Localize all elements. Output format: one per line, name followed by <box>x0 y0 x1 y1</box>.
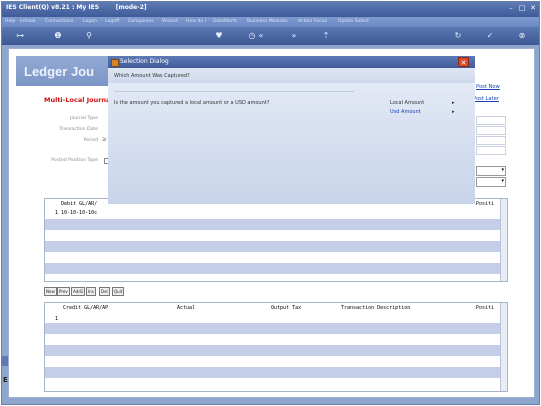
usd-amount-option[interactable]: Usd Amount ▸ <box>388 107 460 116</box>
table-row[interactable] <box>45 323 507 334</box>
credit-scrollbar[interactable] <box>500 303 507 391</box>
menu-business-modules[interactable]: Business Modules <box>247 19 288 24</box>
menu-action-focus[interactable]: Action Focus <box>298 19 327 24</box>
side-marker: E <box>3 376 8 384</box>
debit-account-cell[interactable]: 10-10-10-10c <box>61 210 97 216</box>
key-icon[interactable]: ⊶ <box>10 30 30 42</box>
table-row[interactable] <box>45 219 507 230</box>
local-amount-label: Local Amount <box>390 100 425 106</box>
maximize-button[interactable]: □ <box>518 4 526 12</box>
debit-grid: Debit GL/AR/ Positi 1 10-10-10-10c <box>44 198 508 282</box>
arrow-right-icon: ▸ <box>452 109 455 115</box>
menu-logoff[interactable]: Logoff <box>105 19 119 24</box>
actual-col-header: Actual <box>177 305 196 311</box>
table-row[interactable] <box>45 356 507 367</box>
dropdown-2[interactable]: ▾ <box>476 177 506 187</box>
post-later-link[interactable]: Post Later <box>473 96 499 102</box>
table-row[interactable] <box>45 230 507 241</box>
period-value: 3/ <box>102 138 107 143</box>
add-button[interactable]: Add1 <box>71 287 86 296</box>
heart-icon[interactable]: ♥ <box>213 30 225 42</box>
dialog-app-icon <box>111 59 119 67</box>
menu-how-do-i[interactable]: How do I <box>186 19 206 24</box>
page-title: Ledger Jou <box>24 64 95 79</box>
arrow-right-icon: ▸ <box>452 100 455 106</box>
quit-button[interactable]: Quit <box>112 287 125 296</box>
dialog-body: Is the amount you captured a local amoun… <box>108 83 475 204</box>
insert-button[interactable]: Ins <box>86 287 96 296</box>
table-row[interactable] <box>45 345 507 356</box>
prev-button[interactable]: Prev <box>57 287 70 296</box>
table-row[interactable] <box>45 334 507 345</box>
menu-datamarts[interactable]: DataMarts <box>213 19 237 24</box>
menu-wizard[interactable]: Wizard <box>162 19 178 24</box>
field-box-2[interactable] <box>476 126 506 135</box>
position-col-header: Positi <box>476 201 495 207</box>
chevron-down-icon: ▾ <box>501 167 504 173</box>
row-number: 1 <box>55 210 59 216</box>
credit-col-header: Credit GL/AR/AP <box>63 305 109 311</box>
table-row[interactable]: 1 <box>45 312 507 323</box>
table-row[interactable] <box>45 252 507 263</box>
table-row[interactable] <box>45 378 507 389</box>
refresh-icon[interactable]: ↻ <box>452 30 464 42</box>
debit-col-header: Debit GL/AR/ <box>61 201 98 207</box>
menu-connections[interactable]: Connections <box>45 19 73 24</box>
side-tab[interactable] <box>2 356 8 366</box>
journal-title: Multi-Local Journal <box>44 96 113 104</box>
table-row[interactable]: 1 10-10-10-10c <box>45 208 507 219</box>
menu-infolab[interactable]: Infolab <box>20 19 36 24</box>
dialog-divider <box>114 91 354 92</box>
check-icon[interactable]: ✓ <box>484 30 496 42</box>
menu-logon[interactable]: Logon <box>83 19 97 24</box>
menu-help[interactable]: Help <box>5 19 15 24</box>
field-box-1[interactable] <box>476 116 506 125</box>
search-icon[interactable]: ⚲ <box>83 30 95 42</box>
dialog-question: Is the amount you captured a local amoun… <box>114 100 270 106</box>
delete-button[interactable]: Del <box>99 287 110 296</box>
table-row[interactable] <box>45 263 507 274</box>
post-now-link[interactable]: Post Now <box>476 84 500 90</box>
usd-amount-label: Usd Amount <box>390 109 421 115</box>
minimize-button[interactable]: – <box>507 4 515 12</box>
dropdown-1[interactable]: ▾ <box>476 166 506 176</box>
info-icon[interactable]: ❶ <box>52 30 64 42</box>
window-title: IES Client(Q) v8.21 : My IES [mode-2] <box>6 4 147 11</box>
dialog-subtitle-band: Which Amount Was Captured? <box>108 68 475 83</box>
credit-grid: Credit GL/AR/AP Actual Output Tax Transa… <box>44 302 508 392</box>
credit-grid-header: Credit GL/AR/AP Actual Output Tax Transa… <box>45 303 507 312</box>
description-col-header: Transaction Description <box>341 305 411 311</box>
back-icon[interactable]: « <box>255 30 267 42</box>
field-box-3[interactable] <box>476 136 506 145</box>
menu-option-select[interactable]: Option Select <box>338 19 369 24</box>
upload-icon[interactable]: ⇡ <box>320 30 332 42</box>
table-row[interactable] <box>45 241 507 252</box>
dialog-title-bar: Selection Dialog <box>108 56 475 68</box>
output-tax-col-header: Output Tax <box>271 305 302 311</box>
position-col-header: Positi <box>476 305 495 311</box>
period-label: Period <box>83 138 98 143</box>
menu-companies[interactable]: Companies <box>128 19 154 24</box>
dialog-close-button[interactable]: ✕ <box>458 57 469 67</box>
chevron-down-icon: ▾ <box>501 178 504 184</box>
row-number: 1 <box>55 316 59 322</box>
dialog-title: Selection Dialog <box>120 58 169 65</box>
dialog-subtitle: Which Amount Was Captured? <box>114 73 190 79</box>
debit-scrollbar[interactable] <box>500 199 507 281</box>
posted-position-type-label: Posted Position Type <box>51 158 98 163</box>
local-amount-option[interactable]: Local Amount ▸ <box>388 98 460 107</box>
new-button[interactable]: New <box>44 287 57 296</box>
window-close-button[interactable]: ✕ <box>529 4 537 12</box>
field-box-4[interactable] <box>476 146 506 155</box>
table-row[interactable] <box>45 367 507 378</box>
close-icon[interactable]: ⊗ <box>516 30 528 42</box>
transaction-date-label: Transaction Date <box>59 127 98 132</box>
journal-type-label: Journal Type <box>70 116 98 121</box>
forward-icon[interactable]: » <box>288 30 300 42</box>
